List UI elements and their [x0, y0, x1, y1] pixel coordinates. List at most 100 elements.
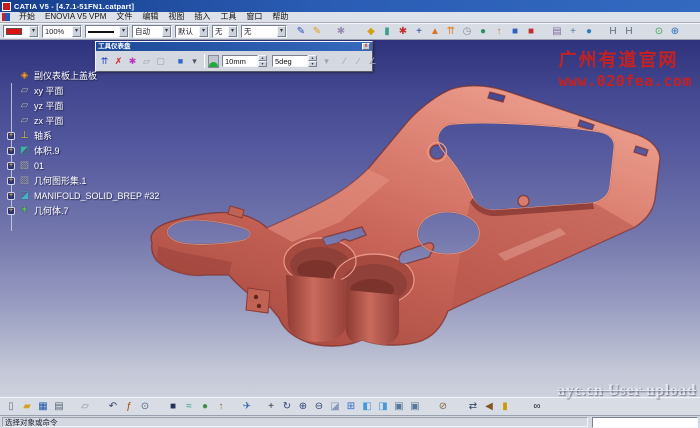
chevron-down-icon[interactable]: ▾: [277, 26, 286, 37]
toolbar-icon[interactable]: ƒ: [122, 400, 136, 414]
toolbar-icon[interactable]: ⇈: [444, 25, 458, 39]
dashboard-icon[interactable]: ▾: [188, 55, 201, 68]
tree-item[interactable]: + ▧ 几何图形集.1: [2, 173, 192, 188]
toolbar-icon[interactable]: ✎: [294, 25, 308, 39]
toolbar-icon[interactable]: ↶: [106, 400, 120, 414]
toolbar-icon[interactable]: ▤: [52, 400, 66, 414]
toolbar-icon[interactable]: ▦: [36, 400, 50, 414]
toolbar-icon[interactable]: ▣: [392, 400, 406, 414]
tree-item[interactable]: + ◩ 体积.9: [2, 143, 192, 158]
dashboard-icon[interactable]: ▢: [154, 55, 167, 68]
toolbar-icon[interactable]: ▮: [498, 400, 512, 414]
menu-item[interactable]: 工具: [215, 12, 241, 22]
toolbar-icon[interactable]: ▣: [408, 400, 422, 414]
angle-value[interactable]: 5deg: [272, 55, 308, 67]
viewport-3d[interactable]: 工具仪表盘 x ⇈ ✗ ✱ ▱ ▢ ■: [0, 40, 700, 397]
dashboard-icon[interactable]: ∕: [352, 55, 365, 68]
chevron-down-icon[interactable]: ▾: [228, 26, 237, 37]
line-weight-combo[interactable]: 自动 ▾: [132, 25, 172, 38]
toolbar-icon[interactable]: ◆: [364, 25, 378, 39]
menu-item[interactable]: 帮助: [267, 12, 293, 22]
symbol-combo[interactable]: 无 ▾: [212, 25, 238, 38]
toolbar-icon[interactable]: +: [412, 25, 426, 39]
tree-expander[interactable]: +: [7, 177, 15, 185]
opacity-combo[interactable]: 100% ▾: [42, 25, 82, 38]
toolbar-icon[interactable]: ⊕: [296, 400, 310, 414]
toolbar-icon[interactable]: ■: [524, 25, 538, 39]
spinner-down-icon[interactable]: ▾: [308, 61, 317, 67]
menu-item[interactable]: 开始: [14, 12, 40, 22]
tree-expander[interactable]: +: [7, 132, 15, 140]
toolbar-icon[interactable]: ▮: [380, 25, 394, 39]
chevron-down-icon[interactable]: ▾: [29, 26, 38, 37]
toolbar-icon[interactable]: ⊙: [652, 25, 666, 39]
length-spinner[interactable]: 10mm ▴▾: [222, 55, 267, 67]
toolbar-icon[interactable]: ●: [582, 25, 596, 39]
toolbar-icon[interactable]: ●: [476, 25, 490, 39]
dome-snap-icon[interactable]: [208, 55, 219, 68]
dashboard-icon[interactable]: ∕: [338, 55, 351, 68]
toolbar-icon[interactable]: ⊖: [312, 400, 326, 414]
linetype-combo[interactable]: ▾: [85, 25, 129, 38]
dashboard-icon[interactable]: ▱: [140, 55, 153, 68]
layer-combo[interactable]: 无 ▾: [241, 25, 287, 38]
toolbar-icon[interactable]: ↑: [214, 400, 228, 414]
toolbar-icon[interactable]: ▯: [4, 400, 18, 414]
toolbar-icon[interactable]: +: [264, 400, 278, 414]
toolbar-icon[interactable]: ⇄: [466, 400, 480, 414]
chevron-down-icon[interactable]: ▾: [162, 26, 171, 37]
chevron-down-icon[interactable]: ▾: [119, 26, 128, 37]
menu-item[interactable]: 文件: [111, 12, 137, 22]
dashboard-icon[interactable]: ⇈: [98, 55, 111, 68]
dashboard-icon[interactable]: ■: [174, 55, 187, 68]
menu-item[interactable]: 插入: [189, 12, 215, 22]
menu-item[interactable]: ENOVIA V5 VPM: [40, 12, 111, 22]
toolbar-icon[interactable]: ■: [508, 25, 522, 39]
tree-item[interactable]: ▱ xy 平面: [2, 83, 192, 98]
tree-item[interactable]: + ✶ 几何体.7: [2, 203, 192, 218]
dashboard-icon[interactable]: ✗: [112, 55, 125, 68]
toolbar-icon[interactable]: ◨: [376, 400, 390, 414]
point-style-combo[interactable]: 默认 ▾: [175, 25, 209, 38]
toolbar-icon[interactable]: ⊘: [436, 400, 450, 414]
toolbar-icon[interactable]: +: [566, 25, 580, 39]
toolbar-icon[interactable]: H: [606, 25, 620, 39]
command-input[interactable]: [592, 417, 698, 428]
menu-item[interactable]: 视图: [163, 12, 189, 22]
toolbar-icon[interactable]: ▤: [550, 25, 564, 39]
toolbar-icon[interactable]: ▲: [428, 25, 442, 39]
chevron-down-icon[interactable]: ▾: [199, 26, 208, 37]
toolbar-icon[interactable]: ■: [166, 400, 180, 414]
toolbar-icon[interactable]: H: [622, 25, 636, 39]
close-icon[interactable]: x: [362, 43, 370, 50]
tree-item[interactable]: + ◪ MANIFOLD_SOLID_BREP #32: [2, 188, 192, 203]
dashboard-title-bar[interactable]: 工具仪表盘 x: [96, 42, 372, 51]
toolbar-icon[interactable]: ◪: [328, 400, 342, 414]
menu-item[interactable]: 编辑: [137, 12, 163, 22]
toolbar-icon[interactable]: ▰: [20, 400, 34, 414]
toolbar-icon[interactable]: ∞: [530, 400, 544, 414]
spinner-down-icon[interactable]: ▾: [258, 61, 267, 67]
toolbar-icon[interactable]: ⊕: [668, 25, 682, 39]
tree-item[interactable]: ◈ 副仪表板上盖板: [2, 68, 192, 83]
tree-expander[interactable]: +: [7, 162, 15, 170]
length-value[interactable]: 10mm: [222, 55, 258, 67]
toolbar-icon[interactable]: ↑: [492, 25, 506, 39]
menu-item[interactable]: 窗口: [241, 12, 267, 22]
toolbar-icon[interactable]: ✈: [240, 400, 254, 414]
tree-item[interactable]: ▱ yz 平面: [2, 98, 192, 113]
tree-expander[interactable]: +: [7, 147, 15, 155]
toolbar-icon[interactable]: ◀: [482, 400, 496, 414]
toolbar-icon[interactable]: ⊞: [344, 400, 358, 414]
toolbar-icon[interactable]: ✱: [396, 25, 410, 39]
toolbar-icon[interactable]: ↻: [280, 400, 294, 414]
dashboard-icon[interactable]: ▾: [320, 55, 333, 68]
chevron-down-icon[interactable]: ▾: [72, 26, 81, 37]
title-bar[interactable]: CATIA V5 - [4.7.1-51FN1.catpart]: [0, 0, 700, 12]
toolbar-icon[interactable]: ◧: [360, 400, 374, 414]
toolbar-icon[interactable]: ✎: [310, 25, 324, 39]
fill-color-combo[interactable]: ▾: [3, 25, 39, 38]
toolbar-icon[interactable]: ◷: [460, 25, 474, 39]
toolbar-icon[interactable]: ≈: [182, 400, 196, 414]
tree-item[interactable]: + ▨ 01: [2, 158, 192, 173]
